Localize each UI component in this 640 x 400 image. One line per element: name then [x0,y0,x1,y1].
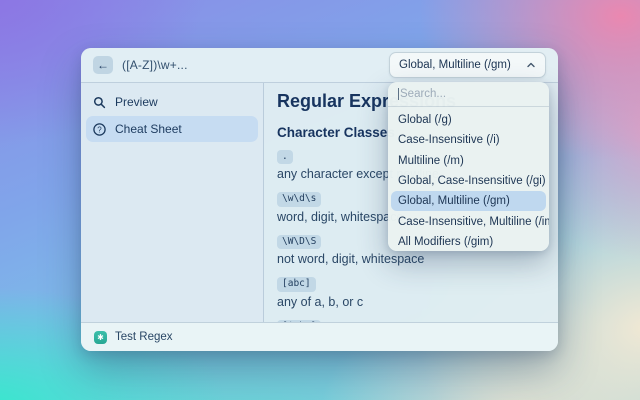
back-button[interactable]: ← [93,56,113,74]
svg-text:?: ? [97,125,102,134]
sidebar: Preview? Cheat Sheet [81,83,264,322]
chevron-up-icon [526,61,536,69]
code-chip: . [277,150,293,164]
status-bar: ✱ Test Regex [81,322,558,351]
dropdown-option-all-modifiers-gim[interactable]: All Modifiers (/gim) [388,232,549,251]
code-chip: \W\D\S [277,235,321,249]
text-cursor [398,88,399,100]
dropdown-option-case-insensitive-i[interactable]: Case-Insensitive (/i) [388,130,549,150]
modifier-dropdown-panel: Search... Global (/g)Case-Insensitive (/… [388,82,549,251]
asterisk-badge-icon: ✱ [94,331,107,344]
dropdown-option-case-insensitive-multiline-im[interactable]: Case-Insensitive, Multiline (/im) [388,211,549,231]
sidebar-item-label: Preview [115,95,158,109]
dropdown-option-global-case-insensitive-gi[interactable]: Global, Case-Insensitive (/gi) [388,171,549,191]
dropdown-option-global-g[interactable]: Global (/g) [388,110,549,130]
sidebar-item-label: Cheat Sheet [115,122,182,136]
arrow-left-icon: ← [97,59,109,71]
question-circle-icon: ? [93,123,106,136]
dropdown-option-global-multiline-gm[interactable]: Global, Multiline (/gm) [391,191,546,211]
modifier-select[interactable]: Global, Multiline (/gm) [389,52,546,78]
sidebar-item-cheat-sheet[interactable]: ? Cheat Sheet [86,116,258,142]
dropdown-option-multiline-m[interactable]: Multiline (/m) [388,151,549,171]
magnifier-icon [93,96,106,109]
dropdown-options: Global (/g)Case-Insensitive (/i)Multilin… [388,107,549,251]
code-chip: \w\d\s [277,192,321,206]
window-toolbar: ← ([A-Z])\w+... Global, Multiline (/gm) [81,48,558,83]
regex-pattern-text[interactable]: ([A-Z])\w+... [122,58,188,72]
entry-description: not word, digit, whitespace [277,252,558,266]
modifier-select-value: Global, Multiline (/gm) [399,59,526,71]
code-chip: [abc] [277,277,316,291]
entry-description: any of a, b, or c [277,295,558,309]
search-placeholder: Search... [400,88,446,100]
app-title: Test Regex [115,331,173,343]
cheatsheet-entry: [abc] any of a, b, or c [277,273,558,308]
dropdown-search-input[interactable]: Search... [388,82,549,107]
sidebar-item-preview[interactable]: Preview [86,89,258,115]
